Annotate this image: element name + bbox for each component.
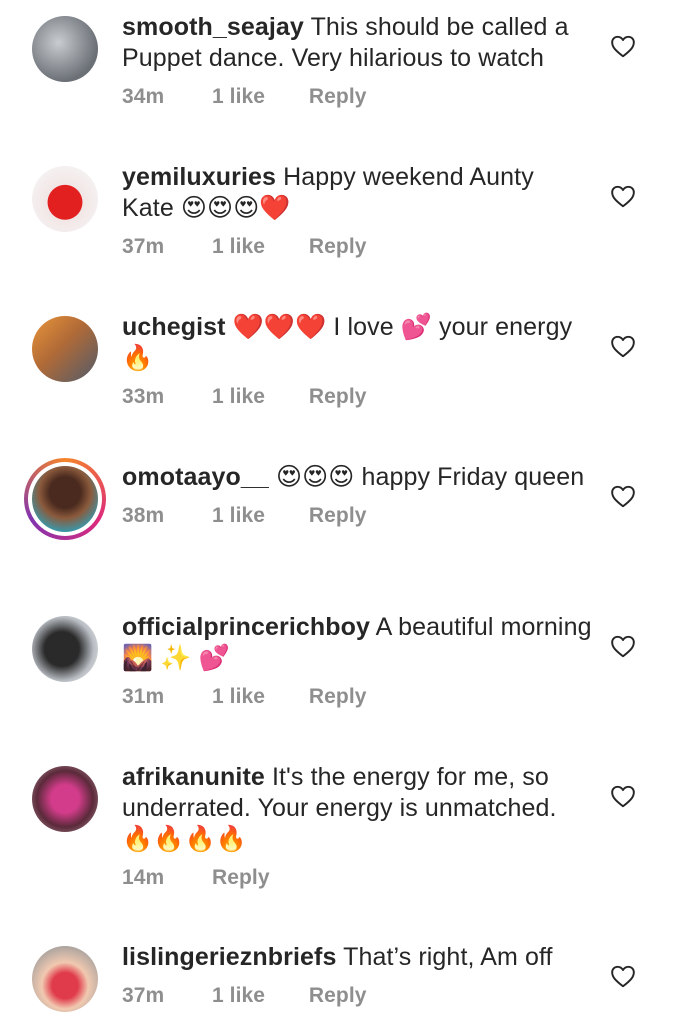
comment-likes[interactable]: 1 like: [212, 981, 303, 1011]
username[interactable]: afrikanunite: [122, 763, 265, 791]
comment-text: uchegist ❤️❤️❤️ I love 💕 your energy 🔥: [122, 312, 592, 374]
username[interactable]: lislingerieznbriefs: [122, 943, 336, 971]
username[interactable]: officialprincerichboy: [122, 613, 370, 641]
reply-button[interactable]: Reply: [309, 232, 367, 262]
username[interactable]: yemiluxuries: [122, 163, 276, 191]
comment-text: smooth_seajay This should be called a Pu…: [122, 12, 592, 74]
heart-outline-icon[interactable]: [610, 964, 636, 988]
avatar[interactable]: [32, 166, 98, 232]
comment-meta: 38m 1 like Reply: [122, 501, 592, 531]
comment-meta: 31m 1 like Reply: [122, 682, 592, 712]
avatar-story-ring[interactable]: [24, 458, 106, 540]
comment-likes[interactable]: 1 like: [212, 682, 303, 712]
username[interactable]: omotaayo__: [122, 463, 269, 491]
avatar[interactable]: [32, 946, 98, 1012]
comment-text: afrikanunite It's the energy for me, so …: [122, 762, 592, 855]
comment-meta: 37m 1 like Reply: [122, 232, 592, 262]
comment-likes[interactable]: 1 like: [212, 501, 303, 531]
comment-time: 14m: [122, 866, 165, 889]
comment-time: 34m: [122, 85, 165, 108]
username[interactable]: smooth_seajay: [122, 13, 304, 41]
comment-meta: 37m 1 like Reply: [122, 981, 592, 1011]
comment-text: omotaayo__ 😍😍😍 happy Friday queen: [122, 462, 592, 493]
comment-message: That’s right, Am off: [343, 943, 553, 971]
reply-button[interactable]: Reply: [309, 682, 367, 712]
heart-outline-icon[interactable]: [610, 784, 636, 808]
comment-message: 😍😍😍 happy Friday queen: [275, 463, 585, 491]
reply-button[interactable]: Reply: [309, 382, 367, 412]
heart-outline-icon[interactable]: [610, 184, 636, 208]
comment-time: 37m: [122, 984, 165, 1007]
avatar[interactable]: [32, 766, 98, 832]
comment-time: 37m: [122, 235, 165, 258]
comment-likes[interactable]: 1 like: [212, 82, 303, 112]
comment-text: yemiluxuries Happy weekend Aunty Kate 😍😍…: [122, 162, 592, 224]
comment-likes[interactable]: 1 like: [212, 382, 303, 412]
avatar[interactable]: [32, 616, 98, 682]
comment-time: 33m: [122, 385, 165, 408]
comment-likes[interactable]: 1 like: [212, 232, 303, 262]
comment-meta: 33m 1 like Reply: [122, 382, 592, 412]
comment-time: 31m: [122, 685, 165, 708]
heart-outline-icon[interactable]: [610, 34, 636, 58]
heart-outline-icon[interactable]: [610, 634, 636, 658]
comment-meta: 34m 1 like Reply: [122, 82, 592, 112]
comment-text: lislingerieznbriefs That’s right, Am off: [122, 942, 592, 973]
reply-button[interactable]: Reply: [309, 82, 367, 112]
comment-list: smooth_seajay This should be called a Pu…: [0, 0, 675, 1020]
comment-time: 38m: [122, 504, 165, 527]
avatar[interactable]: [32, 316, 98, 382]
heart-outline-icon[interactable]: [610, 334, 636, 358]
comment-text: officialprincerichboy A beautiful mornin…: [122, 612, 592, 674]
heart-outline-icon[interactable]: [610, 484, 636, 508]
reply-button[interactable]: Reply: [309, 981, 367, 1011]
comment-meta: 14m Reply: [122, 863, 592, 893]
reply-button[interactable]: Reply: [309, 501, 367, 531]
avatar[interactable]: [32, 16, 98, 82]
reply-button[interactable]: Reply: [212, 863, 270, 893]
username[interactable]: uchegist: [122, 313, 226, 341]
